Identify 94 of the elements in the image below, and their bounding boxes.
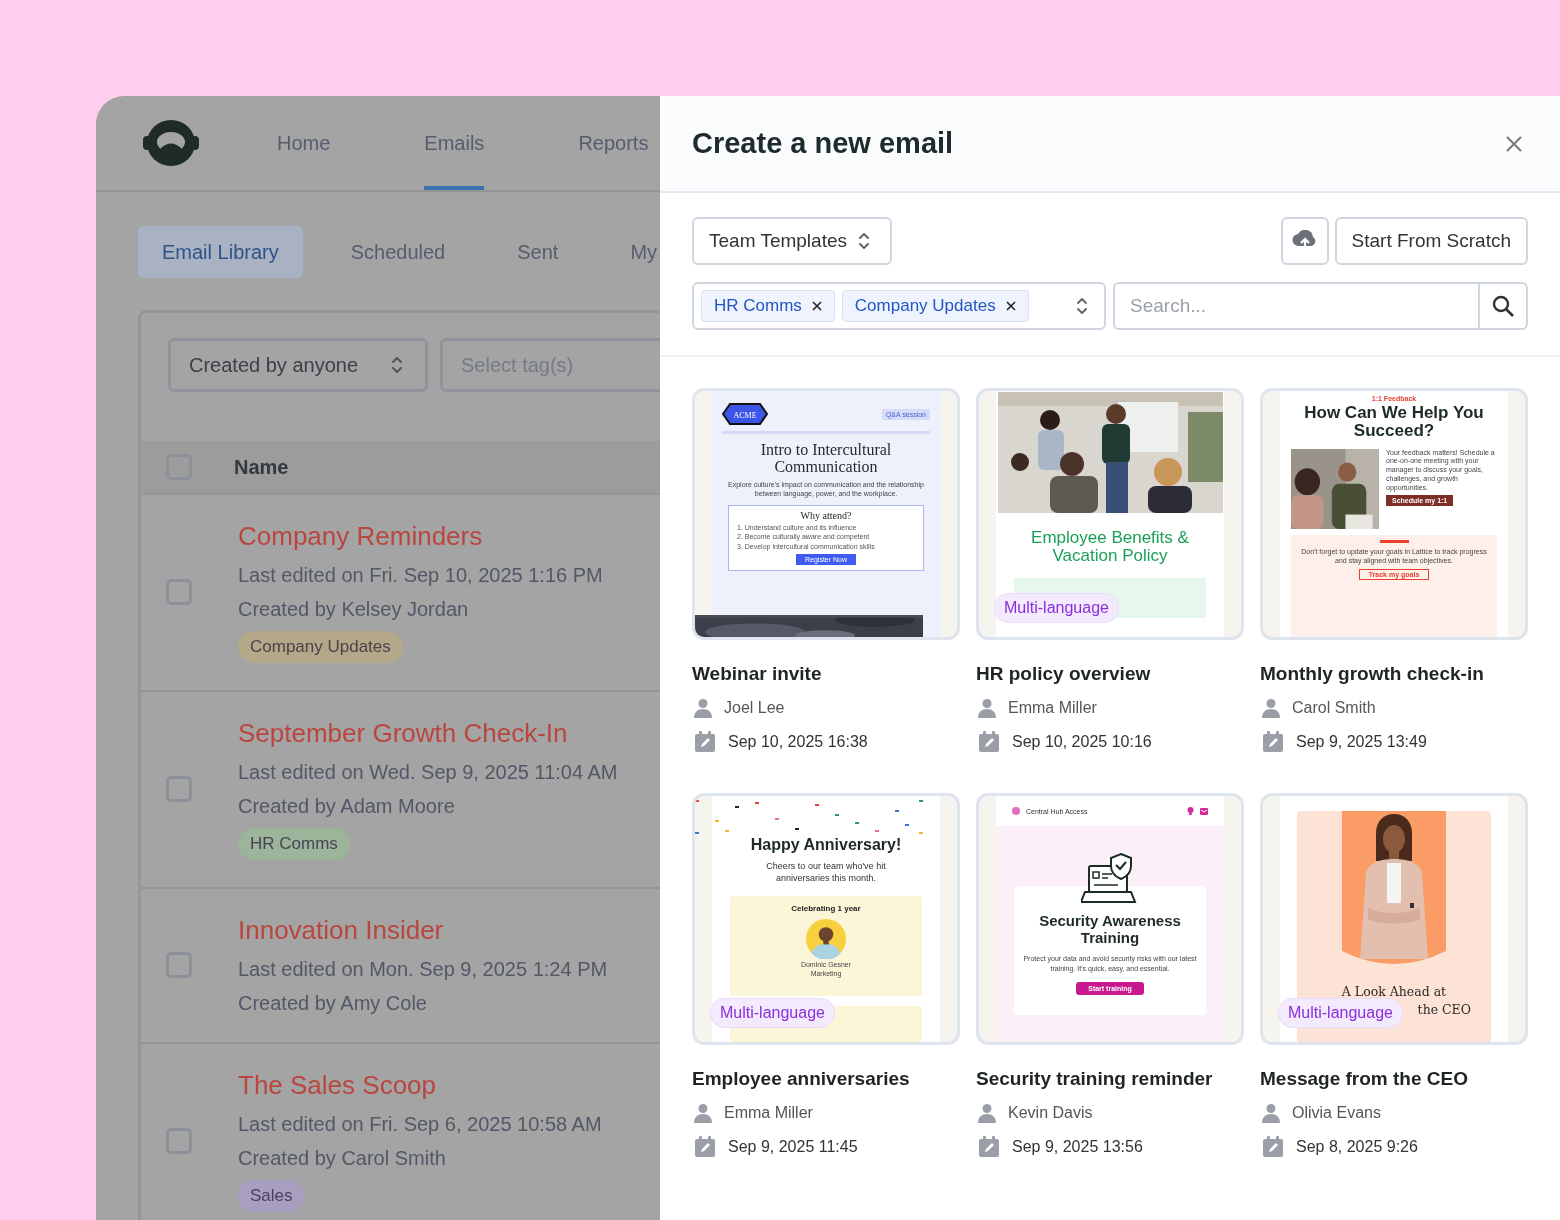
person-icon [978, 1103, 996, 1123]
person-icon [694, 698, 712, 718]
column-header: Name [234, 455, 289, 479]
box-heading: Why attend? [800, 509, 852, 521]
preview-heading: Employee Benefits & Vacation Policy [1030, 529, 1190, 566]
lightbulb-icon [1187, 807, 1194, 815]
template-date: Sep 10, 2025 16:38 [728, 733, 868, 751]
tag: HR Comms [238, 828, 350, 860]
search-icon [1492, 295, 1514, 317]
preview-heading: the CEO [1417, 1002, 1471, 1017]
template-name[interactable]: Monthly growth check-in [1260, 663, 1484, 685]
template-date: Sep 9, 2025 13:49 [1296, 733, 1427, 751]
sub-tab[interactable]: Scheduled [326, 226, 470, 278]
checkbox[interactable] [166, 1128, 192, 1154]
creator-text: Created by Adam Moore [238, 794, 455, 818]
template-date: Sep 10, 2025 10:16 [1012, 733, 1152, 751]
multi-language-badge: Multi-language [1278, 998, 1403, 1028]
tag-chip[interactable]: HR Comms [701, 290, 835, 322]
close-icon[interactable] [1506, 135, 1522, 152]
author-name: Carol Smith [1292, 699, 1376, 717]
nav-tab[interactable]: Reports [578, 96, 649, 190]
nav-tab[interactable]: Home [277, 96, 331, 190]
multi-language-badge: Multi-language [994, 593, 1119, 623]
sub-tab[interactable]: Email Library [138, 226, 303, 278]
author-name: Joel Lee [724, 699, 785, 717]
checkbox[interactable] [166, 776, 192, 802]
edited-text: Last edited on Fri. Sep 10, 2025 1:16 PM [238, 563, 603, 587]
person-icon [694, 1103, 712, 1123]
preview-heading: A Look Ahead at [1341, 984, 1447, 999]
tag: Sales [238, 1180, 305, 1212]
creator-dropdown[interactable]: Created by anyone [168, 338, 428, 392]
tag-multiselect[interactable]: HR Comms Company Updates [692, 282, 1106, 330]
template-date: Sep 8, 2025 9:26 [1296, 1138, 1418, 1156]
template-name[interactable]: Message from the CEO [1260, 1068, 1468, 1090]
preview-heading: How Can We Help You Succeed? [1304, 404, 1484, 441]
person-icon [1262, 1103, 1280, 1123]
template-preview[interactable] [692, 388, 960, 640]
dropdown-value: Team Templates [709, 230, 847, 252]
chevron-updown-icon [391, 355, 403, 375]
upload-button[interactable] [1280, 217, 1329, 265]
preview-heading: Intro to Intercultural Communication [759, 442, 893, 476]
template-preview[interactable]: A Look Ahead at Multi-language the CEO [1260, 793, 1528, 1045]
template-date: Sep 9, 2025 11:45 [728, 1138, 858, 1156]
checkbox[interactable] [166, 952, 192, 978]
preview-heading: Happy Anniversary! [750, 836, 902, 854]
template-name[interactable]: HR policy overview [976, 663, 1151, 685]
creator-text: Created by Carol Smith [238, 1146, 446, 1170]
logo: ACME [722, 403, 768, 425]
edited-text: Last edited on Fri. Sep 6, 2025 10:58 AM [238, 1112, 602, 1136]
calendar-icon [694, 1136, 716, 1158]
creator-text: Created by Kelsey Jordan [238, 597, 469, 621]
edited-text: Last edited on Wed. Sep 9, 2025 11:04 AM [238, 760, 618, 784]
sub-tab[interactable]: My [606, 226, 660, 278]
remove-icon[interactable] [811, 301, 822, 311]
template-name[interactable]: Employee anniversaries [692, 1068, 910, 1090]
multi-language-badge: Multi-language [710, 998, 835, 1028]
drawer-title: Create a new email [692, 127, 954, 160]
edited-text: Last edited on Mon. Sep 9, 2025 1:24 PM [238, 957, 608, 981]
card-heading: Celebrating 1 year [791, 904, 861, 914]
person-icon [1262, 698, 1280, 718]
preview-text: Cheers to our team who've hit anniversaries this month. [765, 860, 887, 885]
nav-tab[interactable]: Emails [424, 96, 485, 190]
dropdown-value: Created by anyone [189, 353, 358, 377]
checkbox[interactable] [166, 579, 192, 605]
mail-icon [1200, 807, 1208, 815]
template-name[interactable]: Security training reminder [976, 1068, 1213, 1090]
sub-tab[interactable]: Sent [493, 226, 583, 278]
template-source-dropdown[interactable]: Team Templates [692, 217, 892, 265]
tag: Company Updates [238, 631, 403, 663]
calendar-icon [978, 731, 1000, 753]
remove-icon[interactable] [1005, 301, 1016, 311]
template-name[interactable]: Webinar invite [692, 663, 822, 685]
template-preview[interactable] [1260, 388, 1528, 640]
chevron-updown-icon [858, 231, 870, 251]
calendar-icon [1262, 731, 1284, 753]
template-preview[interactable]: Employee Benefits & Vacation Policy Multi-language [976, 388, 1244, 640]
author-name: Emma Miller [1008, 699, 1097, 717]
calendar-icon [1262, 1136, 1284, 1158]
chevron-updown-icon [1076, 296, 1088, 316]
template-date: Sep 9, 2025 13:56 [1012, 1138, 1143, 1156]
preview-heading: Security Awareness Training [1038, 912, 1182, 947]
author-name: Emma Miller [724, 1104, 813, 1122]
author-name: Kevin Davis [1008, 1104, 1093, 1122]
brand-icon [1012, 807, 1020, 815]
search-button[interactable] [1478, 282, 1528, 330]
creator-text: Created by Amy Cole [238, 991, 427, 1015]
tag-chip[interactable]: Company Updates [841, 290, 1029, 322]
calendar-icon [694, 731, 716, 753]
author-name: Olivia Evans [1292, 1104, 1381, 1122]
search-field[interactable]: Search... [1113, 282, 1478, 330]
person-icon [978, 698, 996, 718]
logo[interactable] [141, 118, 201, 168]
start-from-scratch-button[interactable]: Start From Scratch [1334, 217, 1528, 265]
calendar-icon [978, 1136, 1000, 1158]
